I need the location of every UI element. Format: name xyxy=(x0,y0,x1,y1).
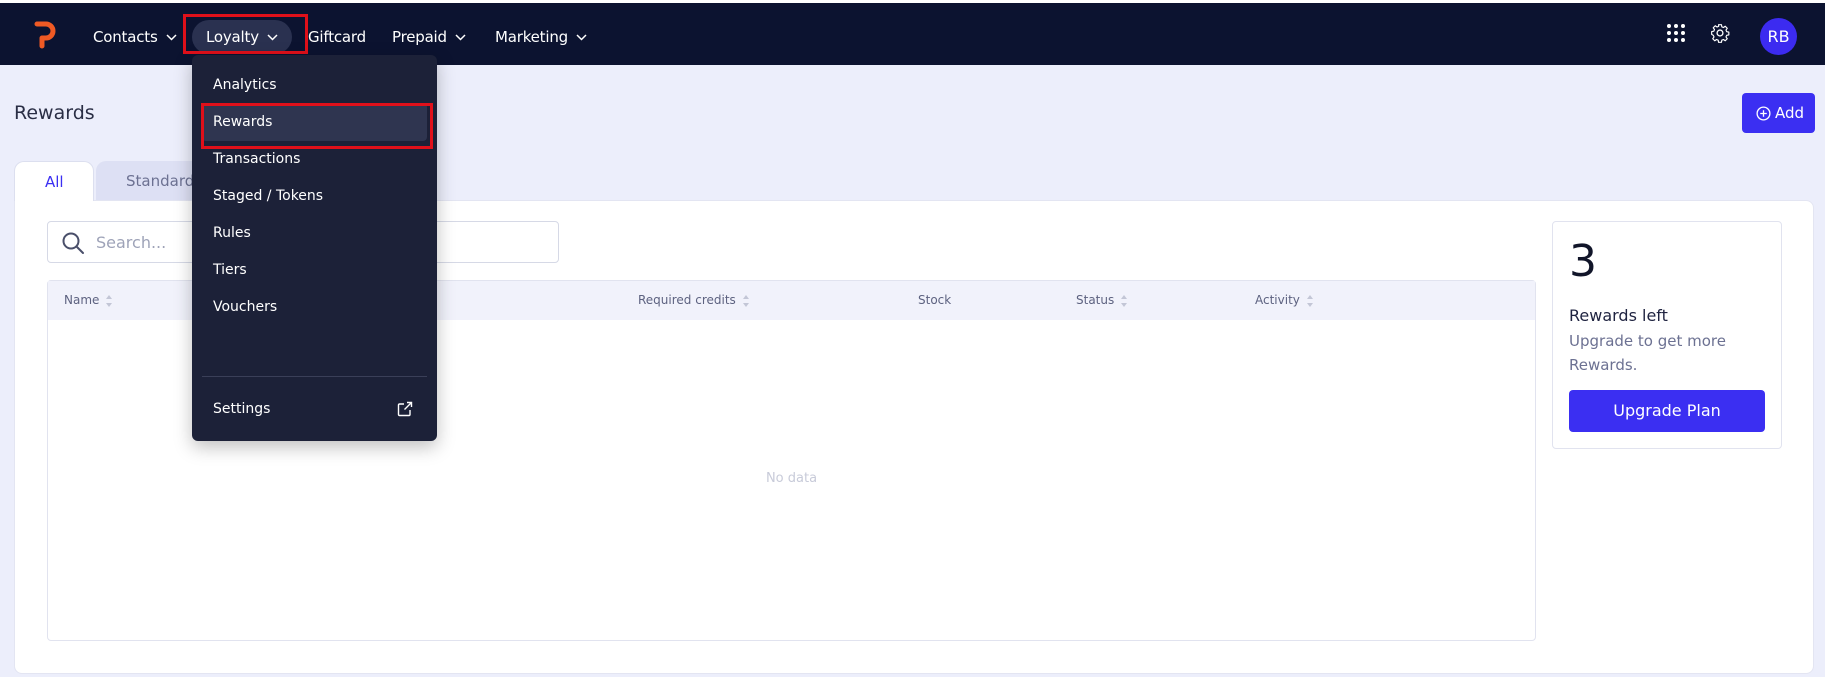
nav-marketing[interactable]: Marketing xyxy=(495,20,587,54)
rewards-left-card: 3 Rewards left Upgrade to get more Rewar… xyxy=(1552,221,1782,449)
add-button-label: Add xyxy=(1775,104,1805,122)
nav-giftcard-label: Giftcard xyxy=(308,28,366,46)
column-required-credits[interactable]: Required credits xyxy=(638,281,750,320)
rewards-left-count: 3 xyxy=(1569,236,1597,287)
column-status[interactable]: Status xyxy=(1076,281,1128,320)
apps-grid-icon[interactable] xyxy=(1666,23,1686,43)
tab-all-label: All xyxy=(45,173,64,191)
menu-item-label: Tiers xyxy=(213,262,247,278)
nav-prepaid[interactable]: Prepaid xyxy=(392,20,466,54)
empty-state-text: No data xyxy=(765,471,818,486)
nav-giftcard[interactable]: Giftcard xyxy=(308,20,366,54)
nav-prepaid-label: Prepaid xyxy=(392,28,447,46)
column-activity[interactable]: Activity xyxy=(1255,281,1314,320)
rewards-left-title: Rewards left xyxy=(1569,306,1668,325)
page-title: Rewards xyxy=(14,102,95,124)
tab-all[interactable]: All xyxy=(14,161,94,201)
nav-contacts-label: Contacts xyxy=(93,28,158,46)
menu-item-tiers[interactable]: Tiers xyxy=(202,251,427,289)
chevron-down-icon xyxy=(166,34,177,41)
logo-icon[interactable] xyxy=(34,21,56,49)
menu-item-vouchers[interactable]: Vouchers xyxy=(202,288,427,326)
menu-item-label: Vouchers xyxy=(213,299,278,315)
menu-item-settings[interactable]: Settings xyxy=(202,390,427,428)
rewards-left-description: Upgrade to get more Rewards. xyxy=(1569,332,1726,374)
chevron-down-icon xyxy=(455,34,466,41)
add-button[interactable]: Add xyxy=(1742,93,1815,133)
menu-item-label: Settings xyxy=(213,401,271,417)
column-activity-label: Activity xyxy=(1255,293,1300,307)
column-name-label: Name xyxy=(64,293,100,307)
gear-icon[interactable] xyxy=(1710,23,1730,43)
chevron-down-icon xyxy=(576,34,587,41)
sort-icon xyxy=(106,294,113,307)
menu-divider xyxy=(202,376,427,377)
nav-marketing-label: Marketing xyxy=(495,28,568,46)
menu-item-staged-tokens[interactable]: Staged / Tokens xyxy=(202,177,427,215)
upgrade-plan-button[interactable]: Upgrade Plan xyxy=(1569,390,1765,432)
external-link-icon xyxy=(397,401,413,417)
column-status-label: Status xyxy=(1076,293,1115,307)
menu-item-label: Rules xyxy=(213,225,251,241)
menu-item-transactions[interactable]: Transactions xyxy=(202,140,427,178)
column-stock: Stock xyxy=(918,281,951,320)
nav-contacts[interactable]: Contacts xyxy=(93,20,177,54)
nav-loyalty-label: Loyalty xyxy=(206,28,259,46)
search-icon xyxy=(62,232,84,254)
sort-icon xyxy=(1121,294,1128,307)
menu-item-analytics[interactable]: Analytics xyxy=(202,66,427,104)
loyalty-dropdown-menu: Analytics Rewards Transactions Staged / … xyxy=(192,55,437,441)
menu-item-rules[interactable]: Rules xyxy=(202,214,427,252)
nav-loyalty[interactable]: Loyalty xyxy=(192,20,292,54)
user-avatar[interactable]: RB xyxy=(1760,18,1797,55)
tab-standard-label: Standard xyxy=(126,172,195,190)
column-stock-label: Stock xyxy=(918,293,952,307)
chevron-down-icon xyxy=(267,34,278,41)
plus-circle-icon xyxy=(1756,106,1771,121)
column-required-credits-label: Required credits xyxy=(638,293,736,307)
menu-item-label: Staged / Tokens xyxy=(213,188,324,204)
menu-item-rewards[interactable]: Rewards xyxy=(202,103,427,141)
menu-item-label: Analytics xyxy=(213,77,277,93)
sort-icon xyxy=(742,294,749,307)
sort-icon xyxy=(1306,294,1313,307)
menu-item-label: Transactions xyxy=(213,151,301,167)
menu-item-label: Rewards xyxy=(213,114,273,130)
column-name[interactable]: Name xyxy=(64,281,113,320)
